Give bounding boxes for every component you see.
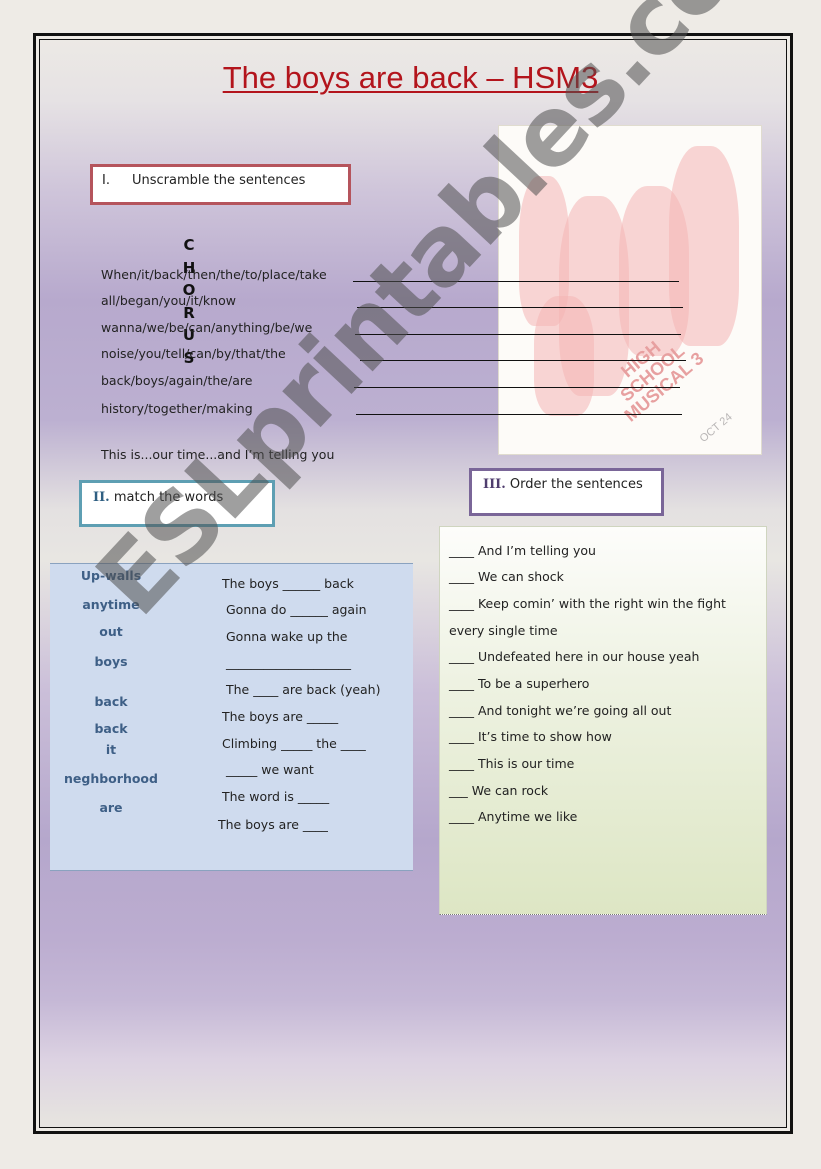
section-1-heading-box: I. Unscramble the sentences bbox=[90, 164, 351, 205]
order-item: ____ Undefeated here in our house yeah bbox=[449, 649, 700, 664]
lyric-line: The boys are _____ bbox=[222, 709, 339, 724]
lyric-line: The word is _____ bbox=[222, 789, 330, 804]
chorus-letter: C bbox=[183, 236, 195, 254]
order-item: ___ We can rock bbox=[449, 783, 549, 798]
answer-line[interactable] bbox=[357, 307, 683, 308]
match-word: out bbox=[99, 624, 123, 639]
scrambled-sentence: history/together/making bbox=[101, 401, 253, 416]
match-word: back bbox=[94, 694, 128, 709]
match-word: boys bbox=[94, 654, 128, 669]
lyric-line: The boys are ____ bbox=[218, 817, 328, 832]
match-word: Up-walls bbox=[80, 568, 142, 583]
lyric-line: Gonna wake up the bbox=[226, 629, 348, 644]
section-1-number: I. bbox=[102, 173, 110, 188]
order-item: every single time bbox=[449, 623, 558, 638]
order-item: ____ Anytime we like bbox=[449, 809, 578, 824]
order-sentences-panel bbox=[439, 526, 767, 915]
order-item: ____ And tonight we’re going all out bbox=[449, 703, 672, 718]
answer-line[interactable] bbox=[360, 360, 686, 361]
section-2-number: II. bbox=[93, 490, 110, 505]
scrambled-sentence: wanna/we/be/can/anything/be/we bbox=[101, 320, 313, 335]
match-word: it bbox=[105, 742, 117, 757]
match-word: back bbox=[94, 721, 128, 736]
scrambled-sentence: all/began/you/it/know bbox=[101, 293, 236, 308]
match-word: neghborhood bbox=[64, 771, 158, 786]
order-item: ____ Keep comin’ with the right win the … bbox=[449, 596, 726, 611]
scrambled-sentence: When/it/back/then/the/to/place/take bbox=[101, 267, 327, 282]
section-2-heading-box: II. match the words bbox=[79, 480, 275, 527]
scrambled-sentence: back/boys/again/the/are bbox=[101, 373, 253, 388]
answer-line[interactable] bbox=[354, 387, 680, 388]
poster-figure bbox=[534, 296, 594, 416]
order-item: ____ This is our time bbox=[449, 756, 575, 771]
lyric-line: Climbing _____ the ____ bbox=[222, 736, 366, 751]
lyric-line: Gonna do ______ again bbox=[226, 602, 367, 617]
section-3-number: III. bbox=[483, 477, 506, 492]
match-word: anytime bbox=[82, 597, 140, 612]
poster-figure bbox=[669, 146, 739, 346]
movie-poster-image: HIGH SCHOOL MUSICAL 3 OCT 24 bbox=[498, 125, 762, 455]
worksheet-title: The boys are back – HSM3 bbox=[222, 60, 599, 95]
lyric-line: The ____ are back (yeah) bbox=[226, 682, 381, 697]
order-item: ____ It’s time to show how bbox=[449, 729, 612, 744]
section-2-heading: match the words bbox=[109, 490, 224, 505]
section-3-heading-box: III. Order the sentences bbox=[469, 468, 664, 516]
section-3-heading: Order the sentences bbox=[505, 477, 643, 492]
lyric-line: _____ we want bbox=[226, 762, 314, 777]
answer-line[interactable] bbox=[356, 414, 682, 415]
match-word: are bbox=[99, 800, 123, 815]
poster-date: OCT 24 bbox=[697, 411, 735, 445]
lyric-line: ____________________ bbox=[226, 655, 351, 670]
scrambled-sentence: noise/you/tell/can/by/that/the bbox=[101, 346, 286, 361]
order-item: ____ And I’m telling you bbox=[449, 543, 596, 558]
answer-line[interactable] bbox=[355, 334, 681, 335]
order-item: ____ We can shock bbox=[449, 569, 564, 584]
order-item: ____ To be a superhero bbox=[449, 676, 590, 691]
section-1-heading: Unscramble the sentences bbox=[132, 173, 306, 188]
lyric-line: The boys ______ back bbox=[222, 576, 354, 591]
answer-line[interactable] bbox=[353, 281, 679, 282]
chorus-closing-line: This is...our time...and I’m telling you bbox=[101, 447, 335, 462]
